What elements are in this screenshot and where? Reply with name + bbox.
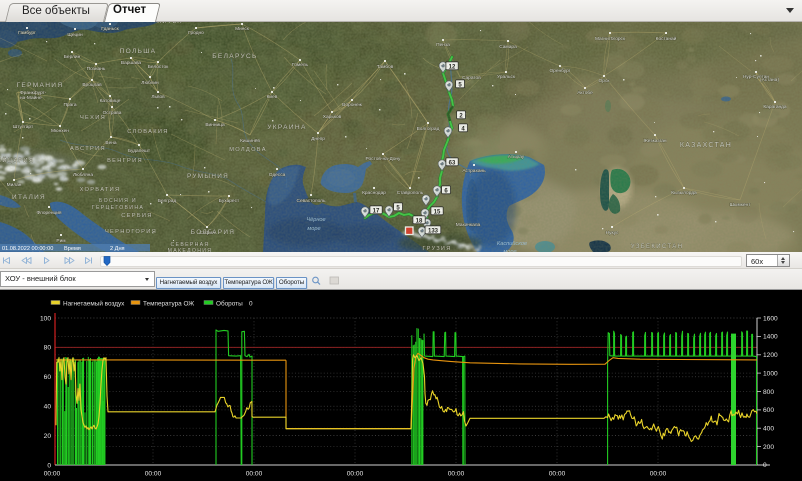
svg-text:00:00: 00:00 bbox=[347, 471, 364, 478]
svg-text:0: 0 bbox=[47, 462, 51, 469]
svg-text:1000: 1000 bbox=[763, 370, 778, 377]
svg-text:40: 40 bbox=[44, 404, 52, 411]
svg-text:Нагнетаемый воздух: Нагнетаемый воздух bbox=[63, 300, 125, 308]
svg-text:Температура ОЖ: Температура ОЖ bbox=[143, 301, 194, 308]
svg-text:0: 0 bbox=[249, 301, 253, 308]
svg-text:800: 800 bbox=[763, 389, 774, 396]
svg-text:Обороты: Обороты bbox=[216, 300, 243, 308]
svg-text:200: 200 bbox=[763, 444, 774, 451]
svg-text:1400: 1400 bbox=[763, 334, 778, 341]
svg-text:20: 20 bbox=[44, 433, 52, 440]
svg-text:600: 600 bbox=[763, 407, 774, 414]
svg-text:00:00: 00:00 bbox=[650, 471, 667, 478]
svg-text:60: 60 bbox=[44, 374, 52, 381]
svg-text:00:00: 00:00 bbox=[145, 471, 162, 478]
svg-text:00:00: 00:00 bbox=[246, 471, 263, 478]
svg-text:1600: 1600 bbox=[763, 315, 778, 322]
svg-text:0: 0 bbox=[763, 462, 767, 469]
svg-text:100: 100 bbox=[40, 315, 51, 322]
svg-text:00:00: 00:00 bbox=[549, 471, 566, 478]
svg-text:80: 80 bbox=[44, 345, 52, 352]
svg-text:00:00: 00:00 bbox=[44, 471, 61, 478]
svg-text:00:00: 00:00 bbox=[448, 471, 465, 478]
svg-text:1200: 1200 bbox=[763, 352, 778, 359]
svg-text:400: 400 bbox=[763, 426, 774, 433]
